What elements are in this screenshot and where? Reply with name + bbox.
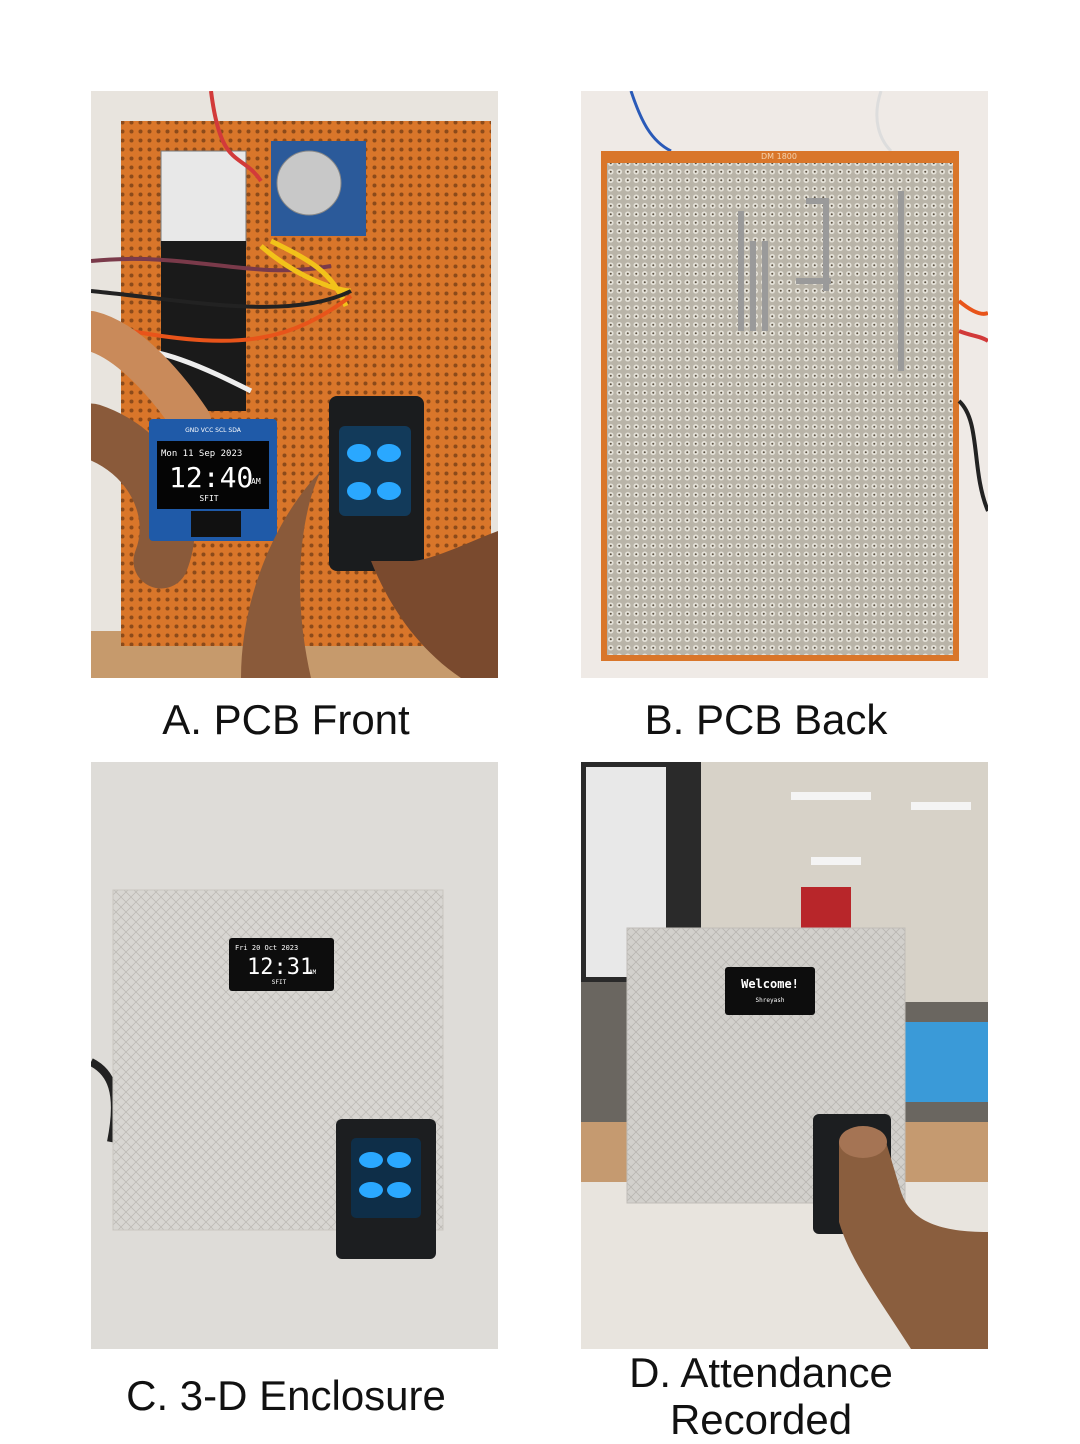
- oled-date: Mon 11 Sep 2023: [161, 449, 242, 459]
- caption-d-line2: Recorded: [669, 1396, 853, 1443]
- oled-name: Shreyash: [756, 997, 785, 1004]
- oled-label: SFIT: [272, 979, 287, 986]
- pcb-front-illustration: GND VCC SCL SDA Mon 11 Sep 2023 12:40 AM…: [91, 91, 498, 678]
- photo-pcb-back: DM 1800: [581, 91, 988, 678]
- oled-ampm: AM: [251, 477, 261, 486]
- enclosure-illustration: Fri 20 Oct 2023 12:31 AM SFIT: [91, 762, 498, 1349]
- caption-b: B. PCB Back: [644, 696, 888, 743]
- caption-a: A. PCB Front: [162, 696, 410, 743]
- oled-label: SFIT: [199, 494, 218, 503]
- photo-pcb-front: GND VCC SCL SDA Mon 11 Sep 2023 12:40 AM…: [91, 91, 498, 678]
- attendance-illustration: Welcome! Shreyash: [581, 762, 988, 1349]
- photo-attendance-recorded: Welcome! Shreyash: [581, 762, 988, 1349]
- oled-welcome: Welcome!: [741, 977, 799, 991]
- oled-ampm: AM: [309, 969, 317, 976]
- coin-cell: [276, 150, 342, 216]
- pcb-back-illustration: DM 1800: [581, 91, 988, 678]
- caption-d-line1: D. Attendance: [629, 1349, 893, 1396]
- oled-date: Fri 20 Oct 2023: [235, 944, 298, 952]
- board-marking: DM 1800: [761, 152, 797, 161]
- photo-3d-enclosure: Fri 20 Oct 2023 12:31 AM SFIT: [91, 762, 498, 1349]
- caption-c: C. 3-D Enclosure: [126, 1372, 446, 1419]
- oled-display: [725, 967, 815, 1015]
- esp32-module: [160, 150, 247, 247]
- oled-time: 12:40: [169, 461, 253, 494]
- oled-time: 12:31: [247, 955, 313, 980]
- oled-pin-labels: GND VCC SCL SDA: [185, 427, 242, 434]
